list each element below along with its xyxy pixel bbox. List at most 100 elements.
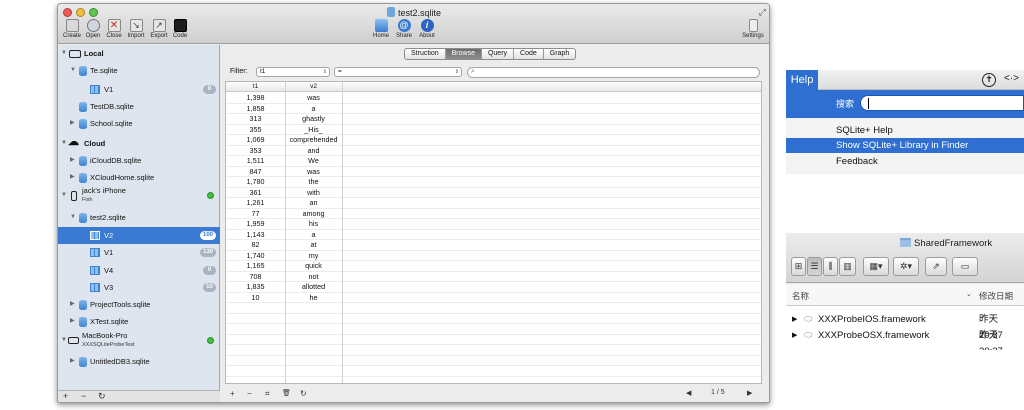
- cell-t1[interactable]: 77: [226, 209, 285, 220]
- cell-v2[interactable]: among: [285, 209, 342, 220]
- table-row[interactable]: 10 he: [226, 293, 761, 304]
- cell-t1[interactable]: 361: [226, 188, 285, 199]
- cell-v2[interactable]: was: [285, 93, 342, 104]
- cell-v2[interactable]: quick: [285, 261, 342, 272]
- disclosure-open-icon[interactable]: ▼: [61, 135, 67, 152]
- code-brackets-icon[interactable]: <·>: [1004, 73, 1019, 84]
- cell-t1[interactable]: 82: [226, 240, 285, 251]
- cell-v2[interactable]: comprehended: [285, 135, 342, 146]
- table-row[interactable]: 1,261 an: [226, 198, 761, 209]
- cell-t1[interactable]: 1,959: [226, 219, 285, 230]
- import-button[interactable]: ↘ Import: [124, 19, 148, 43]
- menu-item-feedback[interactable]: Feedback: [786, 154, 1024, 169]
- cell-v2[interactable]: _His_: [285, 125, 342, 136]
- sidebar-item-untitled[interactable]: ▶ UntitledDB3.sqlite: [58, 353, 220, 370]
- cell-t1[interactable]: 1,835: [226, 282, 285, 293]
- cell-t1[interactable]: 10: [226, 293, 285, 304]
- table-row[interactable]: 1,959 his: [226, 219, 761, 230]
- next-page-button[interactable]: ▶: [747, 389, 752, 397]
- insert-row-button[interactable]: ⌗: [265, 389, 270, 399]
- sidebar-item-v4[interactable]: V4 0: [58, 262, 220, 279]
- disclosure-closed-icon[interactable]: ▶: [792, 328, 797, 344]
- sidebar-item-test2[interactable]: ▼ test2.sqlite: [58, 209, 220, 226]
- cell-t1[interactable]: 355: [226, 125, 285, 136]
- refresh-button[interactable]: ↻: [98, 391, 106, 402]
- table-row[interactable]: 1,835 allotted: [226, 282, 761, 293]
- cell-v2[interactable]: with: [285, 188, 342, 199]
- cell-t1[interactable]: 1,143: [226, 230, 285, 241]
- cell-v2[interactable]: an: [285, 198, 342, 209]
- sidebar-group-macbook[interactable]: ▼ MacBook-Pro XXXSQLiteProbeTest: [58, 331, 220, 352]
- cell-v2[interactable]: allotted: [285, 282, 342, 293]
- cell-v2[interactable]: We: [285, 156, 342, 167]
- list-view-button[interactable]: ☰: [807, 257, 822, 276]
- disclosure-closed-icon[interactable]: ▶: [70, 169, 75, 186]
- cell-t1[interactable]: 1,165: [226, 261, 285, 272]
- accessibility-icon[interactable]: ✝: [982, 73, 996, 87]
- tab-browse[interactable]: Browse: [445, 49, 482, 59]
- table-row[interactable]: 847 was: [226, 167, 761, 178]
- settings-button[interactable]: Settings: [740, 19, 766, 43]
- disclosure-closed-icon[interactable]: ▶: [792, 312, 797, 328]
- icon-view-button[interactable]: ⊞: [791, 257, 806, 276]
- column-header-v2[interactable]: v2: [285, 82, 342, 92]
- filter-column-select[interactable]: t1 ⇕: [256, 67, 330, 77]
- table-row[interactable]: 1,511 We: [226, 156, 761, 167]
- tab-code[interactable]: Code: [514, 49, 544, 59]
- trash-icon[interactable]: 🗑: [282, 389, 291, 397]
- cell-t1[interactable]: 1,261: [226, 198, 285, 209]
- table-row[interactable]: 355 _His_: [226, 125, 761, 136]
- menu-item-show-library[interactable]: Show SQLite+ Library in Finder: [786, 138, 1024, 153]
- disclosure-open-icon[interactable]: ▼: [70, 209, 76, 226]
- tab-struction[interactable]: Struction: [405, 49, 446, 59]
- cell-t1[interactable]: 313: [226, 114, 285, 125]
- refresh-grid-button[interactable]: ↻: [300, 389, 307, 398]
- tag-button[interactable]: ▭: [952, 257, 978, 276]
- remove-database-button[interactable]: −: [81, 391, 86, 401]
- share-button[interactable]: ⇗: [925, 257, 947, 276]
- table-row[interactable]: 1,780 the: [226, 177, 761, 188]
- tab-graph[interactable]: Graph: [544, 49, 575, 59]
- add-database-button[interactable]: +: [63, 391, 68, 401]
- minimize-window-button[interactable]: [76, 8, 85, 17]
- home-button[interactable]: Home: [369, 19, 393, 43]
- sidebar-item-te-v1[interactable]: V1 0: [58, 81, 220, 98]
- sidebar-item-testdb[interactable]: TestDB.sqlite: [58, 98, 220, 115]
- column-header-name[interactable]: 名称: [792, 290, 809, 302]
- cell-t1[interactable]: 708: [226, 272, 285, 283]
- add-row-button[interactable]: +: [230, 389, 235, 398]
- disclosure-open-icon[interactable]: ▼: [61, 45, 67, 62]
- tab-query[interactable]: Query: [482, 49, 515, 59]
- table-row[interactable]: 708 not: [226, 272, 761, 283]
- file-row[interactable]: ▶ ⬭ XXXProbeOSX.framework 昨天 20:37: [786, 328, 1024, 350]
- sidebar-item-v2[interactable]: V2 100: [58, 227, 220, 244]
- arrange-button[interactable]: ▦▾: [863, 257, 889, 276]
- table-row[interactable]: 361 with: [226, 188, 761, 199]
- sidebar-group-cloud[interactable]: ▼ ☁ Cloud: [58, 135, 220, 152]
- disclosure-closed-icon[interactable]: ▶: [70, 313, 75, 330]
- cell-v2[interactable]: ghastly: [285, 114, 342, 125]
- sidebar-group-iphone[interactable]: ▼ jack's iPhone Fish: [58, 186, 220, 207]
- sidebar-item-icloud[interactable]: ▶ iCloudDB.sqlite: [58, 152, 220, 169]
- code-button[interactable]: Code: [168, 19, 192, 43]
- table-row[interactable]: 1,143 a: [226, 230, 761, 241]
- disclosure-closed-icon[interactable]: ▶: [70, 152, 75, 169]
- cell-t1[interactable]: 1,740: [226, 251, 285, 262]
- disclosure-open-icon[interactable]: ▼: [61, 332, 67, 349]
- cell-t1[interactable]: 847: [226, 167, 285, 178]
- file-row[interactable]: ▶ ⬭ XXXProbeIOS.framework 昨天 20:37: [786, 312, 1024, 341]
- cell-v2[interactable]: my: [285, 251, 342, 262]
- cell-v2[interactable]: the: [285, 177, 342, 188]
- sidebar-group-local[interactable]: ▼ Local: [58, 45, 220, 62]
- cell-v2[interactable]: not: [285, 272, 342, 283]
- close-button[interactable]: ✕ Close: [102, 19, 126, 43]
- cell-t1[interactable]: 1,780: [226, 177, 285, 188]
- share-button[interactable]: @ Share: [392, 19, 416, 43]
- cell-t1[interactable]: 353: [226, 146, 285, 157]
- filter-operator-select[interactable]: = ⇕: [334, 67, 462, 77]
- table-row[interactable]: 1,858 a: [226, 104, 761, 114]
- sidebar-item-school[interactable]: ▶ School.sqlite: [58, 115, 220, 132]
- about-button[interactable]: i About: [415, 19, 439, 43]
- table-row[interactable]: 82 at: [226, 240, 761, 251]
- disclosure-closed-icon[interactable]: ▶: [70, 115, 75, 132]
